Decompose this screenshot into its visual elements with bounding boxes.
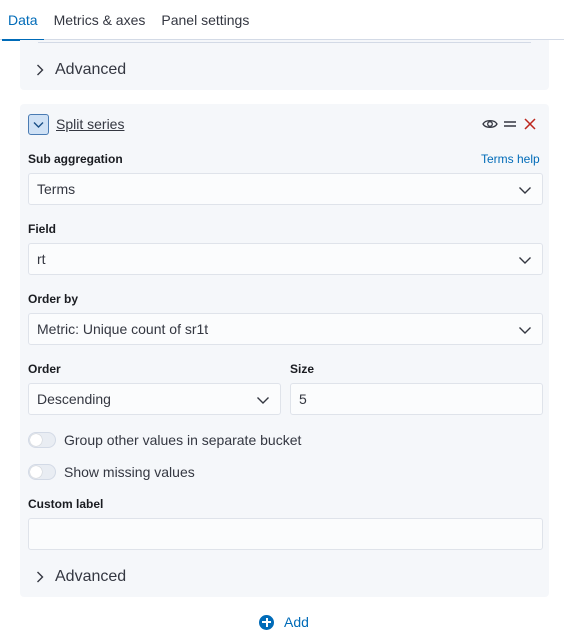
split-series-title[interactable]: Split series [56,116,124,132]
order-by-value: Metric: Unique count of sr1t [37,321,209,337]
show-missing-switch-row[interactable]: Show missing values [28,462,195,482]
split-series-header: Split series [28,112,124,136]
field-value: rt [37,251,46,267]
group-other-switch[interactable] [28,432,56,448]
chevron-down-icon [257,397,269,404]
size-label: Size [290,362,315,376]
size-input[interactable]: 5 [290,383,543,415]
sub-aggregation-select[interactable]: Terms [28,173,543,205]
size-value: 5 [299,391,307,407]
chevron-down-icon [519,187,531,194]
group-other-label: Group other values in separate bucket [64,432,302,448]
advanced-label: Advanced [55,568,127,585]
eye-icon[interactable] [482,116,498,132]
chevron-down-icon [519,327,531,334]
order-by-label: Order by [28,292,79,306]
sub-aggregation-value: Terms [37,181,76,197]
sub-aggregation-label: Sub aggregation [28,152,123,166]
split-series-actions [482,114,538,134]
order-by-select[interactable]: Metric: Unique count of sr1t [28,313,543,345]
order-value: Descending [37,391,111,407]
order-select[interactable]: Descending [28,383,281,415]
field-label: Field [28,222,57,236]
chevron-right-icon [37,64,44,76]
show-missing-label: Show missing values [64,464,195,480]
divider [38,42,531,43]
drag-handle-icon[interactable] [502,116,518,132]
custom-label-input[interactable] [28,518,543,550]
advanced-toggle-top[interactable]: Advanced [33,58,126,82]
tab-metrics-axes[interactable]: Metrics & axes [46,0,154,40]
terms-help-link[interactable]: Terms help [481,152,540,166]
chevron-right-icon [37,571,44,583]
close-icon[interactable] [522,116,538,132]
add-button[interactable]: Add [259,612,309,632]
group-other-switch-row[interactable]: Group other values in separate bucket [28,430,301,450]
custom-label-label: Custom label [28,497,104,511]
field-select[interactable]: rt [28,243,543,275]
chevron-down-icon [519,257,531,264]
advanced-toggle-bottom[interactable]: Advanced [33,565,126,589]
show-missing-switch[interactable] [28,464,56,480]
chevron-down-icon [33,121,44,128]
advanced-label: Advanced [55,61,127,78]
tab-panel-settings[interactable]: Panel settings [153,0,257,40]
add-label: Add [284,614,309,630]
plus-circle-icon [259,614,274,630]
collapse-toggle-button[interactable] [28,113,49,135]
tab-data[interactable]: Data [0,0,46,41]
order-label: Order [28,362,61,376]
editor-tabs: Data Metrics & axes Panel settings [0,0,564,41]
